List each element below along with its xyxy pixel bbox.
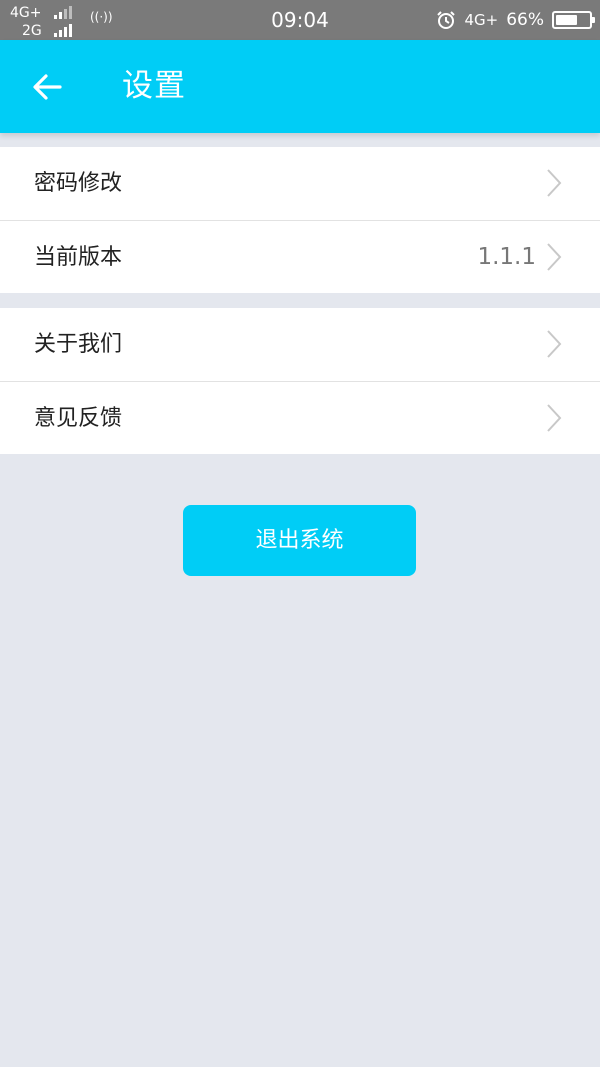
list-item-label: 意见反馈 (34, 406, 123, 431)
list-item-label: 当前版本 (34, 245, 123, 270)
list-item-label: 关于我们 (34, 332, 123, 357)
chevron-right-icon (544, 328, 564, 360)
chevron-right-icon (544, 167, 564, 199)
list-item-label: 密码修改 (34, 171, 123, 196)
chevron-right-icon (544, 402, 564, 434)
alarm-icon (436, 10, 456, 30)
battery-percent: 66% (506, 10, 544, 30)
logout-button[interactable]: 退出系统 (183, 505, 416, 576)
arrow-left-icon[interactable] (30, 70, 64, 104)
about-us-item[interactable]: 关于我们 (0, 308, 600, 381)
current-version-item[interactable]: 当前版本 1.1.1 (0, 220, 600, 293)
chevron-right-icon (544, 241, 564, 273)
status-bar: 4G+ 2G ((·)) 09:04 4G+ 66% (0, 0, 600, 40)
network-type-right: 4G+ (464, 11, 499, 29)
battery-icon (552, 11, 595, 29)
page-title: 设置 (122, 68, 186, 104)
password-change-item[interactable]: 密码修改 (0, 147, 600, 220)
version-value: 1.1.1 (477, 244, 536, 270)
settings-group-1: 密码修改 当前版本 1.1.1 (0, 147, 600, 293)
settings-group-2: 关于我们 意见反馈 (0, 308, 600, 454)
feedback-item[interactable]: 意见反馈 (0, 381, 600, 454)
app-bar: 设置 (0, 40, 600, 133)
status-right: 4G+ 66% (436, 8, 595, 32)
